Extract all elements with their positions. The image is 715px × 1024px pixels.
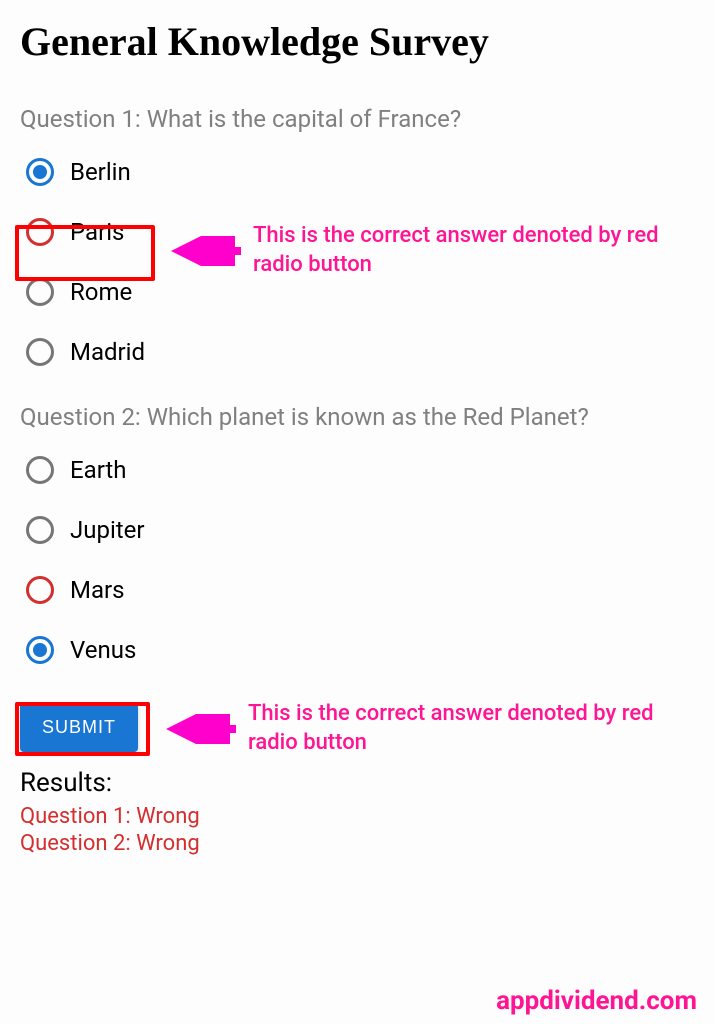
option-label: Rome (70, 278, 132, 306)
option-label: Mars (70, 576, 125, 604)
option-label: Madrid (70, 338, 145, 366)
radio-icon[interactable] (26, 636, 54, 664)
radio-icon[interactable] (26, 338, 54, 366)
annotation-1: This is the correct answer denoted by re… (165, 222, 673, 279)
question-1-prompt: Question 1: What is the capital of Franc… (20, 105, 695, 133)
option-label: Earth (70, 456, 126, 484)
question-2-prompt: Question 2: Which planet is known as the… (20, 403, 695, 431)
question-block-2: Question 2: Which planet is known as the… (20, 403, 695, 673)
q2-option-venus[interactable]: Venus (20, 627, 695, 673)
q2-option-jupiter[interactable]: Jupiter (20, 507, 695, 553)
arrow-icon (165, 236, 245, 266)
radio-icon[interactable] (26, 158, 54, 186)
radio-icon[interactable] (26, 456, 54, 484)
page-title: General Knowledge Survey (20, 18, 695, 65)
highlight-box-q1 (15, 225, 155, 281)
radio-icon[interactable] (26, 516, 54, 544)
results-heading: Results: (20, 768, 695, 798)
radio-icon[interactable] (26, 278, 54, 306)
annotation-text: This is the correct answer denoted by re… (253, 222, 673, 279)
q2-option-earth[interactable]: Earth (20, 447, 695, 493)
result-line-1: Question 1: Wrong (20, 804, 695, 829)
highlight-box-q2 (15, 702, 150, 756)
q1-option-madrid[interactable]: Madrid (20, 329, 695, 375)
watermark: appdividend.com (496, 986, 697, 1016)
q2-option-mars[interactable]: Mars (20, 567, 695, 613)
option-label: Venus (70, 636, 136, 664)
result-line-2: Question 2: Wrong (20, 831, 695, 856)
q1-option-berlin[interactable]: Berlin (20, 149, 695, 195)
annotation-text: This is the correct answer denoted by re… (248, 700, 668, 757)
radio-icon[interactable] (26, 576, 54, 604)
arrow-icon (160, 714, 240, 744)
option-label: Jupiter (70, 516, 145, 544)
annotation-2: This is the correct answer denoted by re… (160, 700, 668, 757)
option-label: Berlin (70, 158, 131, 186)
